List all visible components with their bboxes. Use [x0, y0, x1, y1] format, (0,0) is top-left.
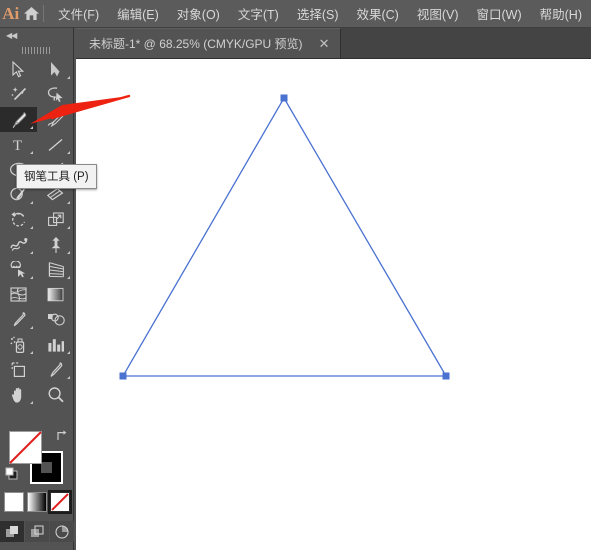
color-mode-button[interactable]: [4, 492, 24, 512]
home-icon[interactable]: [22, 0, 41, 28]
column-graph-tool[interactable]: [37, 332, 74, 357]
menu-help[interactable]: 帮助(H): [531, 0, 591, 27]
color-mode-row: [0, 490, 74, 514]
symbol-sprayer-tool[interactable]: [0, 332, 37, 357]
zoom-tool[interactable]: [37, 382, 74, 407]
document-tab-bar: 未标题-1* @ 68.25% (CMYK/GPU 预览) ✕: [76, 28, 591, 59]
menu-window[interactable]: 窗口(W): [468, 0, 531, 27]
pen-tool[interactable]: [0, 107, 37, 132]
slice-tool[interactable]: [37, 357, 74, 382]
tool-tooltip: 钢笔工具 (P): [16, 164, 97, 189]
none-mode-button[interactable]: [48, 490, 72, 514]
draw-inside-button[interactable]: [50, 521, 74, 542]
swap-arrows-icon[interactable]: [55, 429, 68, 445]
menu-item-list: 文件(F) 编辑(E) 对象(O) 文字(T) 选择(S) 效果(C) 视图(V…: [49, 0, 591, 27]
anchor-point: [119, 372, 127, 380]
gradient-tool[interactable]: [37, 282, 74, 307]
shape-builder-tool[interactable]: [0, 257, 37, 282]
triangle-path: [121, 96, 448, 377]
type-tool[interactable]: T: [0, 132, 37, 157]
document-tab-title: 未标题-1* @ 68.25% (CMYK/GPU 预览): [89, 37, 303, 51]
menu-effect[interactable]: 效果(C): [347, 0, 407, 27]
menu-select[interactable]: 选择(S): [288, 0, 348, 27]
tool-grid: T: [0, 57, 73, 407]
app-logo: Ai: [2, 3, 20, 23]
free-transform-tool[interactable]: [37, 232, 74, 257]
anchor-point: [280, 94, 288, 102]
menu-file[interactable]: 文件(F): [49, 0, 108, 27]
eyedropper-tool[interactable]: [0, 307, 37, 332]
menu-type[interactable]: 文字(T): [229, 0, 288, 27]
line-segment-tool[interactable]: [37, 132, 74, 157]
selection-tool[interactable]: [0, 57, 37, 82]
illustrator-window: Ai 文件(F) 编辑(E) 对象(O) 文字(T) 选择(S) 效果(C) 视…: [0, 0, 591, 550]
default-fill-stroke-icon[interactable]: [5, 467, 20, 487]
anchor-point: [442, 372, 450, 380]
fill-stroke-group: [0, 427, 74, 489]
draw-behind-button[interactable]: [25, 521, 49, 542]
close-icon[interactable]: ✕: [316, 36, 333, 51]
menu-object[interactable]: 对象(O): [168, 0, 229, 27]
draw-mode-row: [0, 521, 74, 542]
menu-view[interactable]: 视图(V): [408, 0, 468, 27]
curvature-tool[interactable]: [37, 107, 74, 132]
gradient-mode-button[interactable]: [27, 492, 47, 512]
perspective-grid-tool[interactable]: [37, 257, 74, 282]
direct-selection-tool[interactable]: [37, 57, 74, 82]
mesh-tool[interactable]: [0, 282, 37, 307]
fill-swatch[interactable]: [9, 431, 42, 464]
tools-panel: ◀◀ T 钢笔工具 (P): [0, 28, 97, 550]
color-controls: [0, 427, 74, 550]
scale-tool[interactable]: [37, 207, 74, 232]
magic-wand-tool[interactable]: [0, 82, 37, 107]
draw-normal-button[interactable]: [0, 521, 24, 542]
hand-tool[interactable]: [0, 382, 37, 407]
width-tool[interactable]: [0, 232, 37, 257]
panel-drag-handle[interactable]: [0, 43, 73, 57]
document-tab[interactable]: 未标题-1* @ 68.25% (CMYK/GPU 预览) ✕: [76, 28, 342, 58]
menu-separator: [42, 5, 44, 22]
collapse-panel-icon[interactable]: ◀◀: [0, 28, 73, 43]
lasso-tool[interactable]: [37, 82, 74, 107]
rotate-tool[interactable]: [0, 207, 37, 232]
menu-edit[interactable]: 编辑(E): [108, 0, 168, 27]
artboard-canvas[interactable]: [76, 59, 591, 550]
menu-bar: Ai 文件(F) 编辑(E) 对象(O) 文字(T) 选择(S) 效果(C) 视…: [0, 0, 591, 28]
artboard-tool[interactable]: [0, 357, 37, 382]
canvas-svg: [119, 94, 450, 380]
blend-tool[interactable]: [37, 307, 74, 332]
svg-text:T: T: [13, 138, 22, 153]
